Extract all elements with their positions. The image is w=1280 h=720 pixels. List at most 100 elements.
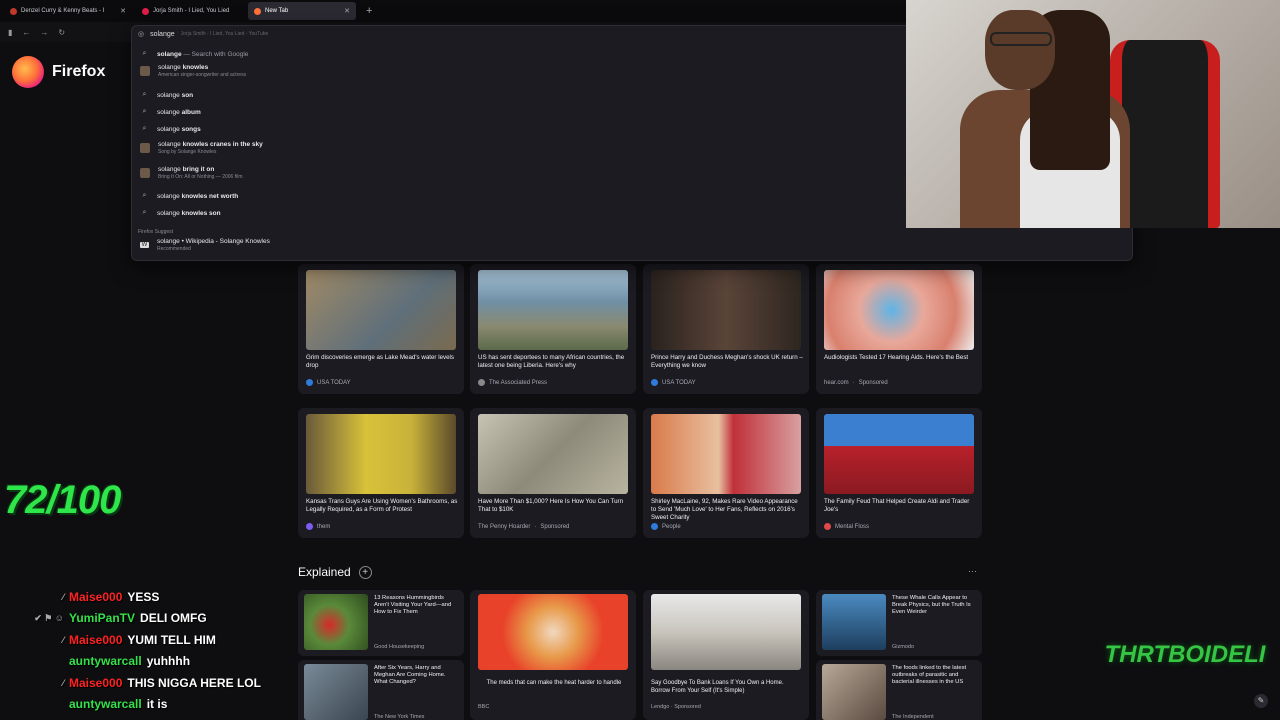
back-button[interactable]: ← [22,28,30,37]
story-card[interactable]: Grim discoveries emerge as Lake Mead's w… [298,264,464,394]
explained-card[interactable]: Say Goodbye To Bank Loans If You Own a H… [643,590,809,720]
more-options-button[interactable]: ··· [968,566,977,576]
suggestion-item[interactable]: ⌕ solange son [140,91,194,99]
address-bar[interactable]: ◎ solange Jorja Smith - I Lied, You Lied… [138,28,268,40]
reload-button[interactable]: ↻ [58,28,65,37]
story-image [651,270,801,350]
story-image [824,414,974,494]
story-source: The Independent [892,714,934,720]
address-input[interactable]: solange [150,31,175,38]
story-card[interactable]: The Family Feud That Helped Create Aldi … [816,408,982,538]
story-card[interactable]: Shirley MacLaine, 92, Makes Rare Video A… [643,408,809,538]
suggestion-item[interactable]: ⌕ solange songs [140,125,201,133]
tab-jorja-smith[interactable]: Jorja Smith - I Lied, You Lied [136,2,244,20]
explained-card[interactable]: The foods linked to the latest outbreaks… [816,660,982,720]
forward-button[interactable]: → [40,28,48,37]
sidebar-icon[interactable]: ▮ [8,28,12,37]
chat-username: Maise000 [69,589,123,604]
tab-denzel-curry[interactable]: Denzel Curry & Kenny Beats - I ✕ [4,2,132,20]
suggestion-item[interactable]: ⌕ solange knowles son [140,209,221,217]
search-icon: ◎ [138,31,145,38]
story-card[interactable]: Prince Harry and Duchess Meghan's shock … [643,264,809,394]
youtube-icon [10,7,17,15]
search-icon: ⌕ [142,209,147,216]
tab-label: Jorja Smith - I Lied, You Lied [153,8,230,14]
tab-new-tab[interactable]: New Tab ✕ [248,2,356,20]
chat-text: YUMI TELL HIM [127,632,216,647]
explained-card[interactable]: The meds that can make the heat harder t… [470,590,636,720]
story-image [478,414,628,494]
source-favicon-icon [651,523,658,530]
firefox-brand: Firefox [12,56,105,88]
story-image [304,594,368,650]
chat-username: Maise000 [69,675,123,690]
thumbnail [140,143,150,153]
story-source: Good Housekeeping [374,644,425,650]
story-title: The foods linked to the latest outbreaks… [892,665,967,686]
chat-badges: ✔ ⚑ ☺ [34,612,64,623]
screen: Denzel Curry & Kenny Beats - I ✕ Jorja S… [0,0,1280,720]
story-card[interactable]: Kansas Trans Guys Are Using Women's Bath… [298,408,464,538]
story-source: BBC [478,704,490,710]
story-source: Lendgo · Sponsored [651,704,701,710]
story-image [306,414,456,494]
new-tab-button[interactable]: + [360,5,378,17]
story-source: USA TODAY [306,379,351,386]
story-image [651,414,801,494]
suggestion-item[interactable]: W solange • Wikipedia - Solange Knowles R… [140,238,270,252]
firefox-icon [254,7,261,15]
story-card[interactable]: US has sent deportees to many African co… [470,264,636,394]
story-card[interactable]: Audiologists Tested 17 Hearing Aids. Her… [816,264,982,394]
story-title: 13 Reasons Hummingbirds Aren't Visiting … [374,595,452,616]
story-source: hear.com · Sponsored [824,380,888,386]
suggestion-item[interactable]: ⌕ solange album [140,108,201,116]
story-image [306,270,456,350]
chat-message: auntywarcall yuhhhh [20,651,290,673]
story-title: Say Goodbye To Bank Loans If You Own a H… [651,680,784,694]
section-heading-explained: Explained + [298,565,372,579]
tab-label: New Tab [265,8,289,14]
chat-username: YumiPanTV [69,611,136,626]
suggestion-item[interactable]: solange knowles American singer-songwrite… [140,64,246,78]
story-title: Kansas Trans Guys Are Using Women's Bath… [306,498,458,513]
story-source: The Associated Press [478,379,547,386]
story-title: US has sent deportees to many African co… [478,354,625,369]
chat-message: ⁄ Maise000 YUMI TELL HIM [20,629,290,651]
section-title: Explained [298,565,351,579]
explained-card[interactable]: These Whale Calls Appear to Break Physic… [816,590,982,656]
source-favicon-icon [478,379,485,386]
suggestion-item[interactable]: ⌕ solange knowles net worth [140,192,239,200]
story-image [651,594,801,670]
chat-message: auntywarcall it is [20,694,290,716]
score-overlay: 72/100 [4,478,121,522]
story-source: them [306,523,330,530]
story-image [822,594,886,650]
source-favicon-icon [651,379,658,386]
search-icon: ⌕ [142,125,147,132]
chat-message: ✔ ⚑ ☺ YumiPanTV DELI OMFG [20,608,290,630]
chat-text: it is [146,697,168,712]
search-icon: ⌕ [142,91,147,98]
chat-badges: ⁄ [62,591,64,602]
story-title: Shirley MacLaine, 92, Makes Rare Video A… [651,498,798,521]
explained-card[interactable]: After Six Years, Harry and Meghan Are Co… [298,660,464,720]
story-source: The New York Times [374,714,425,720]
thumbnail [140,168,150,178]
search-icon: ⌕ [142,50,147,57]
story-card[interactable]: Have More Than $1,000? Here Is How You C… [470,408,636,538]
follow-topic-button[interactable]: + [358,565,372,579]
story-title: The Family Feud That Helped Create Aldi … [824,498,970,513]
glasses [990,32,1052,46]
explained-card[interactable]: 13 Reasons Hummingbirds Aren't Visiting … [298,590,464,656]
suggestion-item[interactable]: solange bring it on Bring It On: All or N… [140,166,242,180]
close-icon[interactable]: ✕ [120,7,126,15]
address-ghost-text: Jorja Smith - I Lied, You Lied - YouTube [180,31,269,37]
source-favicon-icon [824,523,831,530]
chat-message: ⁄ Maise000 YESS [20,586,290,608]
suggestion-item[interactable]: solange knowles cranes in the sky Song by… [140,141,263,155]
edit-pencil-icon[interactable]: ✎ [1254,694,1268,708]
close-icon[interactable]: ✕ [344,7,350,15]
source-favicon-icon [306,523,313,530]
chat-username: auntywarcall [69,654,142,669]
suggestion-item[interactable]: ⌕ solange — Search with Google [140,50,249,58]
